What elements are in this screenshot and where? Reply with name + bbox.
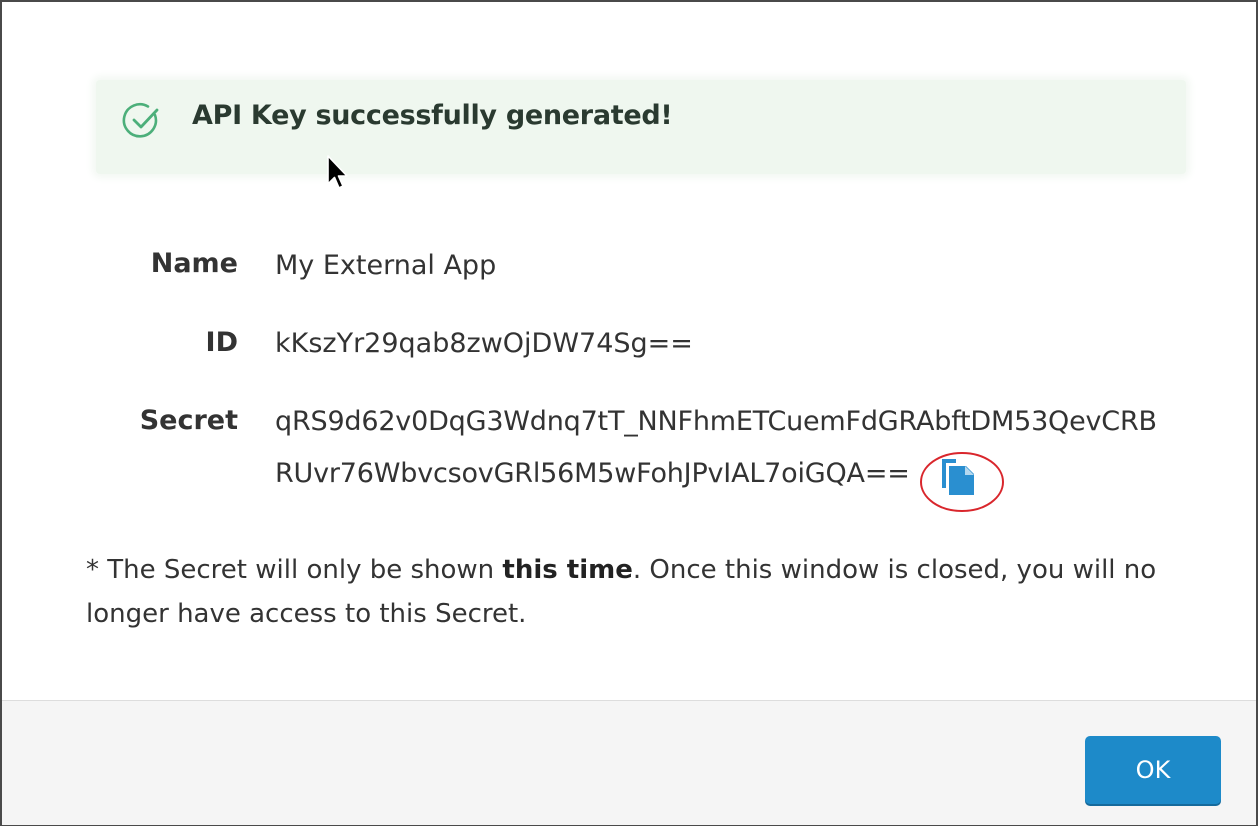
copy-icon [942,459,974,495]
id-label: ID [205,327,238,358]
note-prefix: * The Secret will only be shown [86,555,503,585]
success-banner: API Key successfully generated! [96,80,1186,174]
mouse-cursor-icon [326,154,348,194]
ok-button[interactable]: OK [1085,736,1221,804]
secret-label: Secret [139,405,238,436]
success-message: API Key successfully generated! [192,100,673,131]
secret-warning-note: * The Secret will only be shown this tim… [86,548,1186,636]
api-key-dialog: API Key successfully generated! Name My … [0,0,1258,826]
secret-value-line-2: RUvr76WbvcsovGRl56M5wFohJPvIAL7oiGQA== [275,458,910,489]
check-circle-icon [122,101,162,141]
note-emphasis: this time [502,555,633,585]
id-value: kKszYr29qab8zwOjDW74Sg== [275,328,693,359]
dialog-footer: OK [2,700,1256,825]
name-label: Name [150,248,238,279]
secret-value-line-1: qRS9d62v0DqG3Wdnq7tT_NNFhmETCuemFdGRAbft… [275,406,1157,437]
name-value: My External App [275,250,497,281]
copy-secret-button[interactable] [920,450,1006,514]
